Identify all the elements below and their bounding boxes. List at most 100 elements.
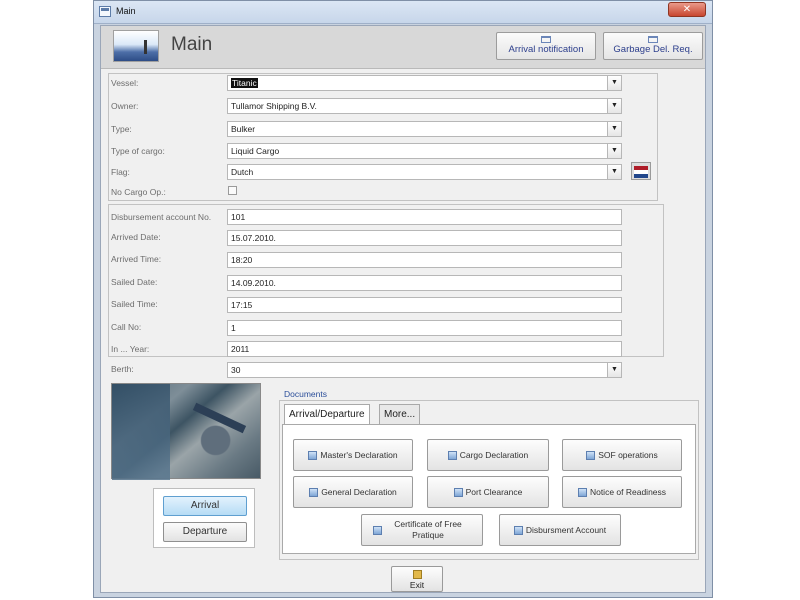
arrival-button[interactable]: Arrival bbox=[163, 496, 247, 516]
year-value: 2011 bbox=[231, 344, 250, 354]
berth-select[interactable]: 30 ▼ bbox=[227, 362, 622, 378]
cargo-type-select[interactable]: Liquid Cargo ▼ bbox=[227, 143, 622, 159]
chevron-down-icon[interactable]: ▼ bbox=[607, 144, 621, 158]
window-title: Main bbox=[116, 6, 136, 16]
exit-button[interactable]: Exit bbox=[391, 566, 443, 592]
certificate-free-pratique-button[interactable]: Certificate of Free Pratique bbox=[361, 514, 483, 546]
chevron-down-icon[interactable]: ▼ bbox=[607, 363, 621, 377]
tab-arrival-departure-label: Arrival/Departure bbox=[289, 409, 365, 420]
garbage-delivery-request-button[interactable]: Garbage Del. Req. bbox=[603, 32, 703, 60]
port-clearance-label: Port Clearance bbox=[465, 486, 523, 497]
general-declaration-button[interactable]: General Declaration bbox=[293, 476, 413, 508]
title-bar: Main ✕ bbox=[94, 1, 712, 24]
document-icon bbox=[577, 487, 587, 497]
port-aerial-photo bbox=[111, 383, 261, 480]
type-select[interactable]: Bulker ▼ bbox=[227, 121, 622, 137]
arrived-date-value: 15.07.2010. bbox=[231, 233, 276, 243]
disbursment-account-button[interactable]: Disbursment Account bbox=[499, 514, 621, 546]
report-icon bbox=[541, 36, 551, 43]
disbursement-account-field[interactable]: 101 bbox=[227, 209, 622, 225]
arrival-notification-button[interactable]: Arrival notification bbox=[496, 32, 596, 60]
arrived-time-field[interactable]: 18:20 bbox=[227, 252, 622, 268]
form-icon bbox=[99, 6, 111, 17]
cargo-declaration-button[interactable]: Cargo Declaration bbox=[427, 439, 549, 471]
arrived-date-label: Arrived Date: bbox=[111, 232, 161, 242]
berth-label: Berth: bbox=[111, 364, 134, 374]
page-title: Main bbox=[171, 34, 213, 55]
chevron-down-icon[interactable]: ▼ bbox=[607, 76, 621, 90]
year-field[interactable]: 2011 bbox=[227, 341, 622, 357]
document-icon bbox=[309, 487, 319, 497]
vessel-select[interactable]: Titanic ▼ bbox=[227, 75, 622, 91]
sailed-date-value: 14.09.2010. bbox=[231, 278, 276, 288]
call-no-field[interactable]: 1 bbox=[227, 320, 622, 336]
document-icon bbox=[373, 525, 382, 535]
exit-door-icon bbox=[412, 570, 422, 579]
sailed-date-field[interactable]: 14.09.2010. bbox=[227, 275, 622, 291]
flag-label: Flag: bbox=[111, 167, 130, 177]
form-header: Main Arrival notification Garbage Del. R… bbox=[101, 26, 705, 69]
close-icon: ✕ bbox=[682, 4, 692, 15]
arrived-time-label: Arrived Time: bbox=[111, 254, 162, 264]
sailed-time-label: Sailed Time: bbox=[111, 299, 158, 309]
general-declaration-label: General Declaration bbox=[321, 486, 397, 497]
document-icon bbox=[447, 450, 457, 460]
exit-label: Exit bbox=[409, 580, 425, 590]
document-icon bbox=[308, 450, 318, 460]
certificate-free-pratique-label: Certificate of Free Pratique bbox=[394, 519, 462, 540]
disbursement-account-label: Disbursement account No. bbox=[111, 212, 212, 222]
sailed-time-value: 17:15 bbox=[231, 300, 253, 310]
chevron-down-icon[interactable]: ▼ bbox=[607, 165, 621, 179]
tab-more[interactable]: More... bbox=[379, 404, 421, 424]
port-clearance-button[interactable]: Port Clearance bbox=[427, 476, 549, 508]
cargo-declaration-label: Cargo Declaration bbox=[459, 449, 529, 460]
cargo-type-value: Liquid Cargo bbox=[231, 146, 280, 156]
form-body: Main Arrival notification Garbage Del. R… bbox=[100, 25, 706, 593]
tab-more-label: More... bbox=[384, 409, 416, 420]
direction-panel: Arrival Departure bbox=[153, 488, 255, 548]
no-cargo-label: No Cargo Op.: bbox=[111, 187, 166, 197]
flag-select[interactable]: Dutch ▼ bbox=[227, 164, 622, 180]
document-icon bbox=[586, 450, 596, 460]
documents-label: Documents bbox=[284, 389, 327, 399]
masters-declaration-button[interactable]: Master's Declaration bbox=[293, 439, 413, 471]
owner-label: Owner: bbox=[111, 101, 139, 111]
type-value: Bulker bbox=[231, 124, 256, 134]
flag-icon bbox=[631, 162, 651, 180]
sof-operations-button[interactable]: SOF operations bbox=[562, 439, 682, 471]
departure-button[interactable]: Departure bbox=[163, 522, 247, 542]
vessel-value: Titanic bbox=[231, 78, 258, 88]
disbursement-account-value: 101 bbox=[231, 212, 246, 222]
cargo-type-label: Type of cargo: bbox=[111, 146, 165, 156]
berth-value: 30 bbox=[231, 365, 241, 375]
owner-select[interactable]: Tullamor Shipping B.V. ▼ bbox=[227, 98, 622, 114]
document-icon bbox=[513, 525, 523, 535]
no-cargo-checkbox[interactable] bbox=[228, 186, 237, 195]
flag-stripe-bottom bbox=[634, 174, 648, 178]
garbage-delivery-request-label: Garbage Del. Req. bbox=[613, 44, 693, 55]
close-button[interactable]: ✕ bbox=[668, 2, 706, 17]
tab-arrival-departure[interactable]: Arrival/Departure bbox=[284, 404, 370, 425]
vessel-label: Vessel: bbox=[111, 78, 139, 88]
document-icon bbox=[453, 487, 463, 497]
notice-of-readiness-button[interactable]: Notice of Readiness bbox=[562, 476, 682, 508]
type-label: Type: bbox=[111, 124, 132, 134]
arrived-time-value: 18:20 bbox=[231, 255, 253, 265]
chevron-down-icon[interactable]: ▼ bbox=[607, 122, 621, 136]
flag-value: Dutch bbox=[231, 167, 254, 177]
chevron-down-icon[interactable]: ▼ bbox=[607, 99, 621, 113]
call-no-value: 1 bbox=[231, 323, 236, 333]
year-label: In ... Year: bbox=[111, 344, 150, 354]
port-logo bbox=[113, 30, 159, 62]
notice-of-readiness-label: Notice of Readiness bbox=[589, 486, 667, 497]
masters-declaration-label: Master's Declaration bbox=[320, 449, 398, 460]
arrived-date-field[interactable]: 15.07.2010. bbox=[227, 230, 622, 246]
sailed-time-field[interactable]: 17:15 bbox=[227, 297, 622, 313]
sof-operations-label: SOF operations bbox=[598, 449, 658, 460]
arrival-notification-label: Arrival notification bbox=[508, 44, 584, 55]
report-icon bbox=[648, 36, 658, 43]
departure-button-label: Departure bbox=[182, 526, 228, 537]
sailed-date-label: Sailed Date: bbox=[111, 277, 158, 287]
main-window: Main ✕ Main Arrival notification Garbage… bbox=[93, 0, 713, 598]
arrival-button-label: Arrival bbox=[190, 500, 220, 511]
